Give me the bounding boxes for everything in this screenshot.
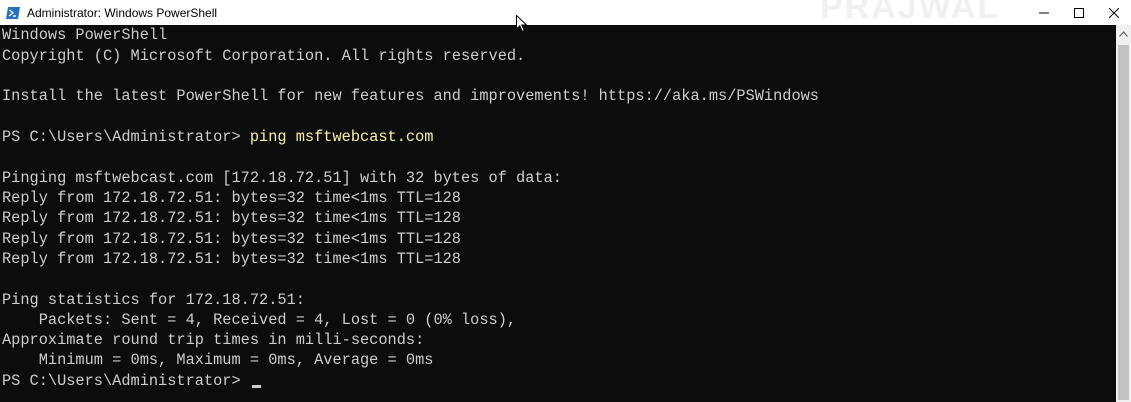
prompt: PS C:\Users\Administrator> bbox=[2, 372, 250, 390]
prompt-line: PS C:\Users\Administrator> ping msftwebc… bbox=[2, 127, 433, 147]
mouse-pointer-icon bbox=[516, 15, 528, 33]
console-line: Reply from 172.18.72.51: bytes=32 time<1… bbox=[2, 250, 461, 268]
maximize-icon bbox=[1073, 7, 1084, 18]
scroll-thumb[interactable] bbox=[1118, 45, 1129, 400]
console-line: Reply from 172.18.72.51: bytes=32 time<1… bbox=[2, 230, 461, 248]
watermark-logo: PRAJWAL bbox=[820, 0, 1001, 26]
prompt: PS C:\Users\Administrator> bbox=[2, 128, 250, 146]
maximize-button[interactable] bbox=[1061, 0, 1096, 25]
close-button[interactable] bbox=[1096, 0, 1131, 25]
console-line: Reply from 172.18.72.51: bytes=32 time<1… bbox=[2, 189, 461, 207]
vertical-scrollbar[interactable] bbox=[1116, 25, 1131, 402]
console-line: Install the latest PowerShell for new fe… bbox=[2, 87, 819, 105]
console-line: Packets: Sent = 4, Received = 4, Lost = … bbox=[2, 311, 517, 329]
console-line: Ping statistics for 172.18.72.51: bbox=[2, 291, 305, 309]
console-line: Pinging msftwebcast.com [172.18.72.51] w… bbox=[2, 169, 562, 187]
window-controls bbox=[1026, 0, 1131, 25]
console-line: Windows PowerShell bbox=[2, 26, 168, 44]
minimize-icon bbox=[1038, 12, 1049, 13]
powershell-window: Administrator: Windows PowerShell PRAJWA… bbox=[0, 0, 1131, 402]
console-line: Approximate round trip times in milli-se… bbox=[2, 331, 425, 349]
close-icon bbox=[1108, 7, 1119, 18]
powershell-icon[interactable] bbox=[5, 5, 21, 21]
chevron-up-icon bbox=[1119, 30, 1128, 37]
title-bar[interactable]: Administrator: Windows PowerShell PRAJWA… bbox=[0, 0, 1131, 26]
console-line: Copyright (C) Microsoft Corporation. All… bbox=[2, 47, 526, 65]
console-line: Reply from 172.18.72.51: bytes=32 time<1… bbox=[2, 209, 461, 227]
console-output[interactable]: Windows PowerShell Copyright (C) Microso… bbox=[0, 25, 1116, 402]
scroll-up-button[interactable] bbox=[1116, 25, 1131, 42]
window-title: Administrator: Windows PowerShell bbox=[27, 5, 218, 20]
minimize-button[interactable] bbox=[1026, 0, 1061, 25]
console-line: Minimum = 0ms, Maximum = 0ms, Average = … bbox=[2, 351, 434, 369]
command-text: ping msftwebcast.com bbox=[249, 128, 434, 146]
text-cursor bbox=[251, 385, 261, 388]
prompt-line[interactable]: PS C:\Users\Administrator> bbox=[2, 371, 261, 391]
